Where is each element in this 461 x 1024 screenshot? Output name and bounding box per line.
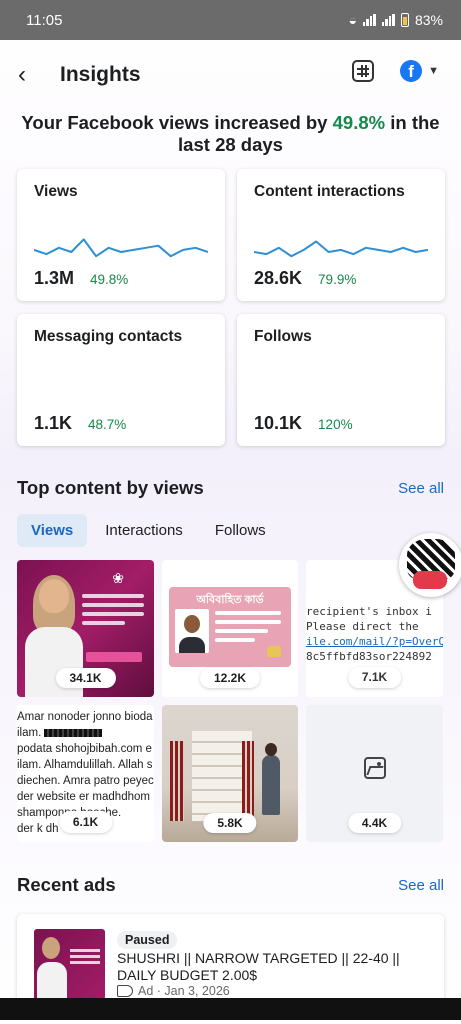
text-line: ile.com/mail/?p=OverQu bbox=[306, 635, 443, 648]
view-count: 6.1K bbox=[58, 811, 113, 833]
text-line: podata shohojbibah.com e bbox=[17, 743, 152, 755]
card-heading: অবিবাহিত কার্ড bbox=[196, 594, 264, 606]
metric-value: 1.3M bbox=[34, 268, 75, 288]
content-thumbnail[interactable]: Amar nonoder jonno bioda ilam. podata sh… bbox=[17, 705, 154, 842]
megaphone-icon bbox=[117, 985, 133, 997]
metric-delta: 120% bbox=[318, 417, 353, 432]
text-line: Amar nonoder jonno bioda bbox=[17, 711, 153, 723]
sparkline-path bbox=[34, 238, 208, 258]
content-thumbnail[interactable]: ❀ 34.1K bbox=[17, 560, 154, 697]
brand-logo-icon: ❀ bbox=[112, 570, 124, 586]
account-switcher[interactable]: f ▼ bbox=[400, 60, 439, 82]
metric-delta: 79.9% bbox=[318, 272, 357, 287]
metric-card-follows[interactable]: Follows 10.1K 120% bbox=[237, 314, 445, 446]
text-line: Please direct the bbox=[306, 620, 419, 633]
content-thumbnail[interactable]: 5.8K bbox=[162, 705, 298, 842]
top-content-tabs: Views Interactions Follows bbox=[0, 514, 461, 547]
ad-name: SHUSHRI || NARROW TARGETED || 22-40 || D… bbox=[117, 950, 400, 983]
headline-percent: 49.8% bbox=[332, 112, 386, 133]
metrics-grid: Views 1.3M 49.8% Content interactions 28… bbox=[0, 169, 461, 446]
metric-card-content-interactions[interactable]: Content interactions 28.6K 79.9% bbox=[237, 169, 445, 301]
metric-delta: 48.7% bbox=[88, 417, 127, 432]
metric-card-messaging-contacts[interactable]: Messaging contacts 1.1K 48.7% bbox=[17, 314, 225, 446]
ad-meta: Ad · Jan 3, 2026 bbox=[138, 984, 230, 998]
status-time: 11:05 bbox=[26, 11, 63, 29]
metric-value: 28.6K bbox=[254, 268, 303, 288]
facebook-icon: f bbox=[400, 60, 423, 82]
signal-icon-2 bbox=[381, 14, 395, 26]
summary-headline: Your Facebook views increased by 49.8% i… bbox=[0, 112, 461, 156]
back-arrow-icon[interactable]: ‹ bbox=[18, 61, 50, 89]
signal-icon bbox=[362, 14, 376, 26]
tab-views[interactable]: Views bbox=[17, 514, 88, 547]
see-all-top-content-link[interactable]: See all bbox=[398, 480, 444, 497]
floating-avatar[interactable] bbox=[399, 533, 461, 597]
headline-prefix: Your Facebook views increased by bbox=[21, 112, 333, 133]
view-count: 34.1K bbox=[55, 668, 116, 688]
text-line: recipient's inbox i bbox=[306, 605, 432, 618]
metric-card-views[interactable]: Views 1.3M 49.8% bbox=[17, 169, 225, 301]
views-sparkline bbox=[34, 238, 208, 258]
image-placeholder-icon bbox=[364, 757, 386, 779]
tab-follows[interactable]: Follows bbox=[201, 514, 280, 547]
recent-ads-header: Recent ads See all bbox=[0, 874, 461, 896]
metric-value: 1.1K bbox=[34, 413, 73, 433]
view-count: 12.2K bbox=[199, 668, 261, 688]
battery-level: 83% bbox=[414, 12, 443, 28]
content-thumbnail[interactable]: 4.4K bbox=[306, 705, 443, 842]
see-all-ads-link[interactable]: See all bbox=[398, 877, 444, 894]
section-title: Top content by views bbox=[17, 477, 204, 498]
table-icon[interactable] bbox=[352, 60, 375, 82]
system-nav-bar bbox=[0, 998, 461, 1024]
chevron-down-icon: ▼ bbox=[428, 65, 439, 77]
section-title: Recent ads bbox=[17, 874, 116, 895]
metric-title: Views bbox=[34, 183, 78, 200]
view-count: 7.1K bbox=[347, 667, 402, 688]
metric-delta: 49.8% bbox=[90, 272, 129, 287]
text-line: ilam. bbox=[17, 725, 154, 741]
id-card-image: অবিবাহিত কার্ড bbox=[169, 587, 291, 667]
metric-title: Content interactions bbox=[254, 183, 405, 200]
wifi-icon: ◒ bbox=[348, 12, 357, 28]
metric-title: Follows bbox=[254, 328, 312, 345]
page-title: Insights bbox=[60, 63, 141, 86]
ad-thumbnail bbox=[34, 929, 105, 1000]
top-content-header: Top content by views See all bbox=[0, 477, 461, 499]
metric-title: Messaging contacts bbox=[34, 328, 183, 345]
sparkline-path bbox=[254, 240, 428, 258]
interactions-sparkline bbox=[254, 240, 428, 258]
app-header: ‹ Insights f ▼ bbox=[0, 40, 461, 110]
battery-icon bbox=[400, 13, 409, 27]
top-content-grid: ❀ 34.1K অবিবাহিত কার্ড 12.2K recipient's… bbox=[0, 560, 461, 842]
person-image bbox=[262, 743, 280, 815]
view-count: 5.8K bbox=[203, 813, 257, 833]
metric-value: 10.1K bbox=[254, 413, 303, 433]
text-line: diechen. Amra patro peyec bbox=[17, 775, 154, 787]
content-thumbnail[interactable]: অবিবাহিত কার্ড 12.2K bbox=[162, 560, 298, 697]
redacted-mark bbox=[44, 728, 103, 737]
view-count: 4.4K bbox=[347, 813, 402, 833]
status-badge: Paused bbox=[117, 931, 178, 949]
status-bar: 11:05 ◒ 83% bbox=[0, 0, 461, 40]
text-line: ilam. Alhamdulillah. Allah s bbox=[17, 759, 153, 771]
tab-interactions[interactable]: Interactions bbox=[91, 514, 197, 547]
text-line: 8c5ffbfd83sor224892 bbox=[306, 650, 432, 663]
text-line: der website er madhdhom bbox=[17, 791, 150, 803]
